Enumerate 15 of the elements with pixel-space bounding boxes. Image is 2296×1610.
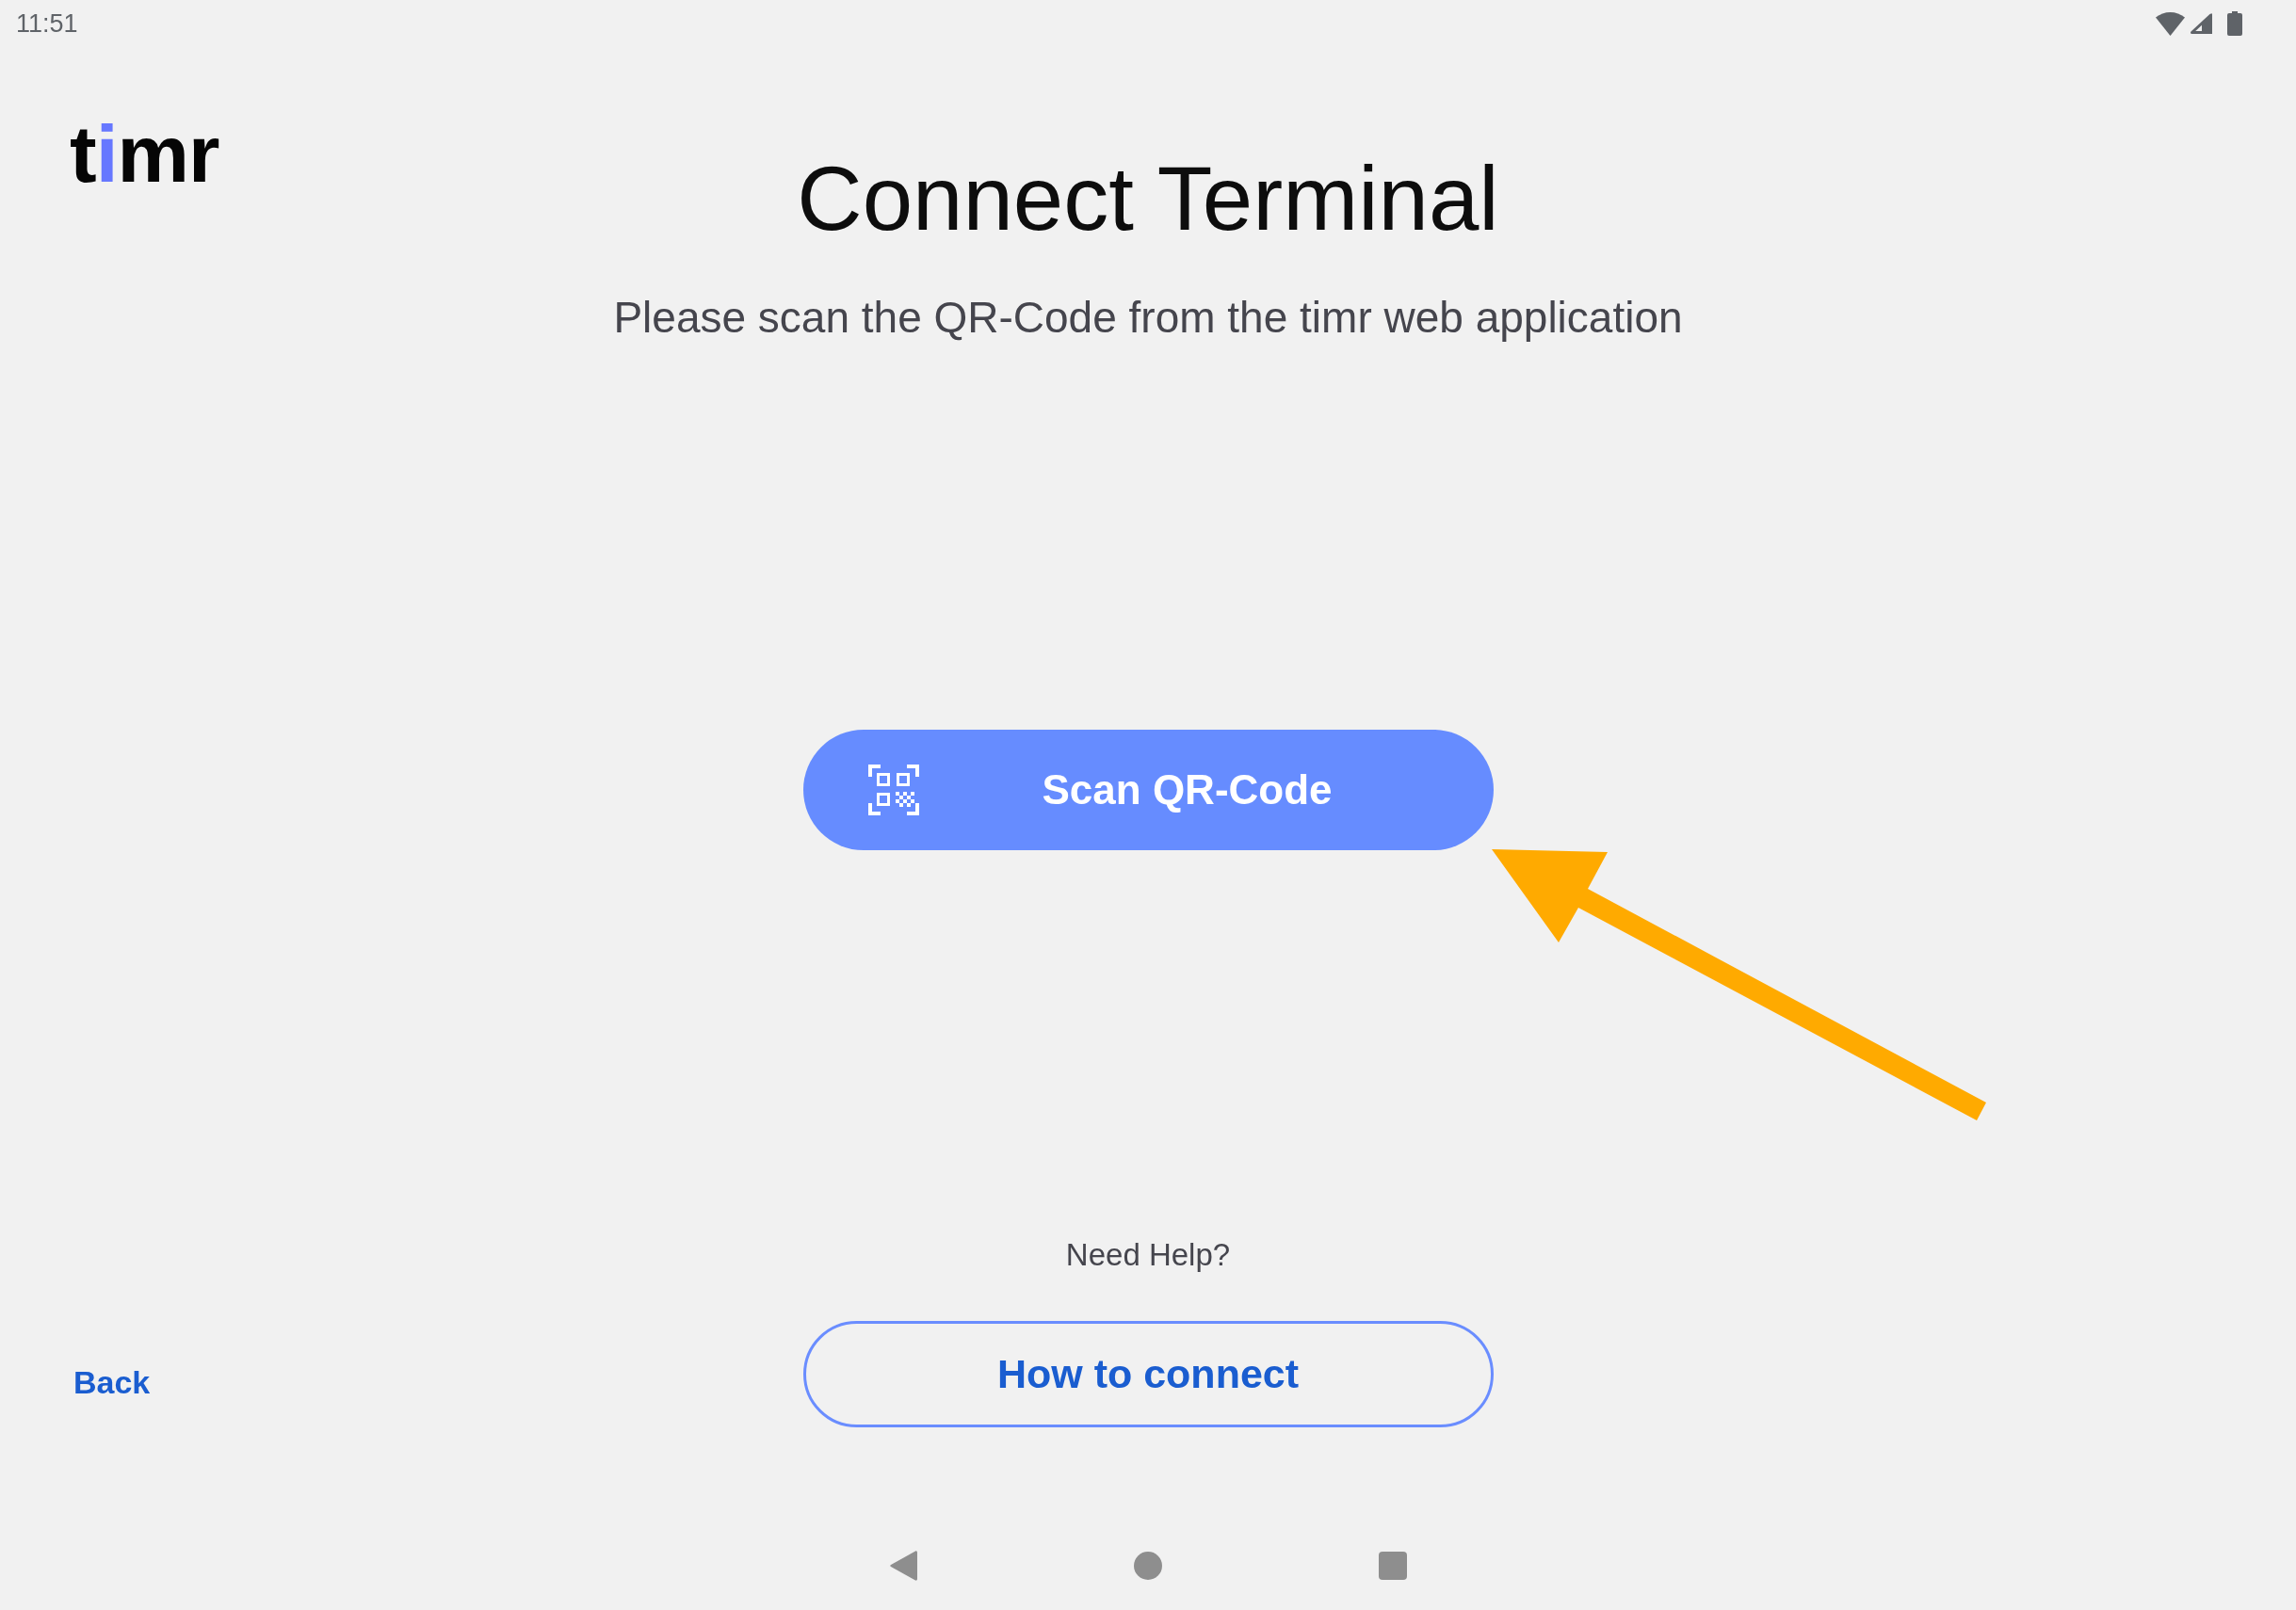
home-icon[interactable] [1133, 1552, 1162, 1581]
back-icon[interactable] [889, 1551, 917, 1582]
recents-icon[interactable] [1378, 1552, 1407, 1581]
page-subtitle: Please scan the QR-Code from the timr web application [613, 292, 1683, 345]
qr-code-icon [867, 764, 919, 815]
how-to-connect-button[interactable]: How to connect [802, 1321, 1494, 1428]
wifi-icon [2156, 11, 2185, 36]
help-prompt: Need Help? [1065, 1235, 1231, 1274]
status-time: 11:51 [16, 10, 78, 37]
signal-icon [2189, 13, 2212, 34]
back-link[interactable]: Back [73, 1363, 151, 1403]
logo: timr [70, 113, 219, 194]
page-title: Connect Terminal [797, 147, 1499, 250]
scan-qr-button[interactable]: Scan QR-Code [802, 729, 1494, 850]
battery-icon [2227, 11, 2242, 36]
